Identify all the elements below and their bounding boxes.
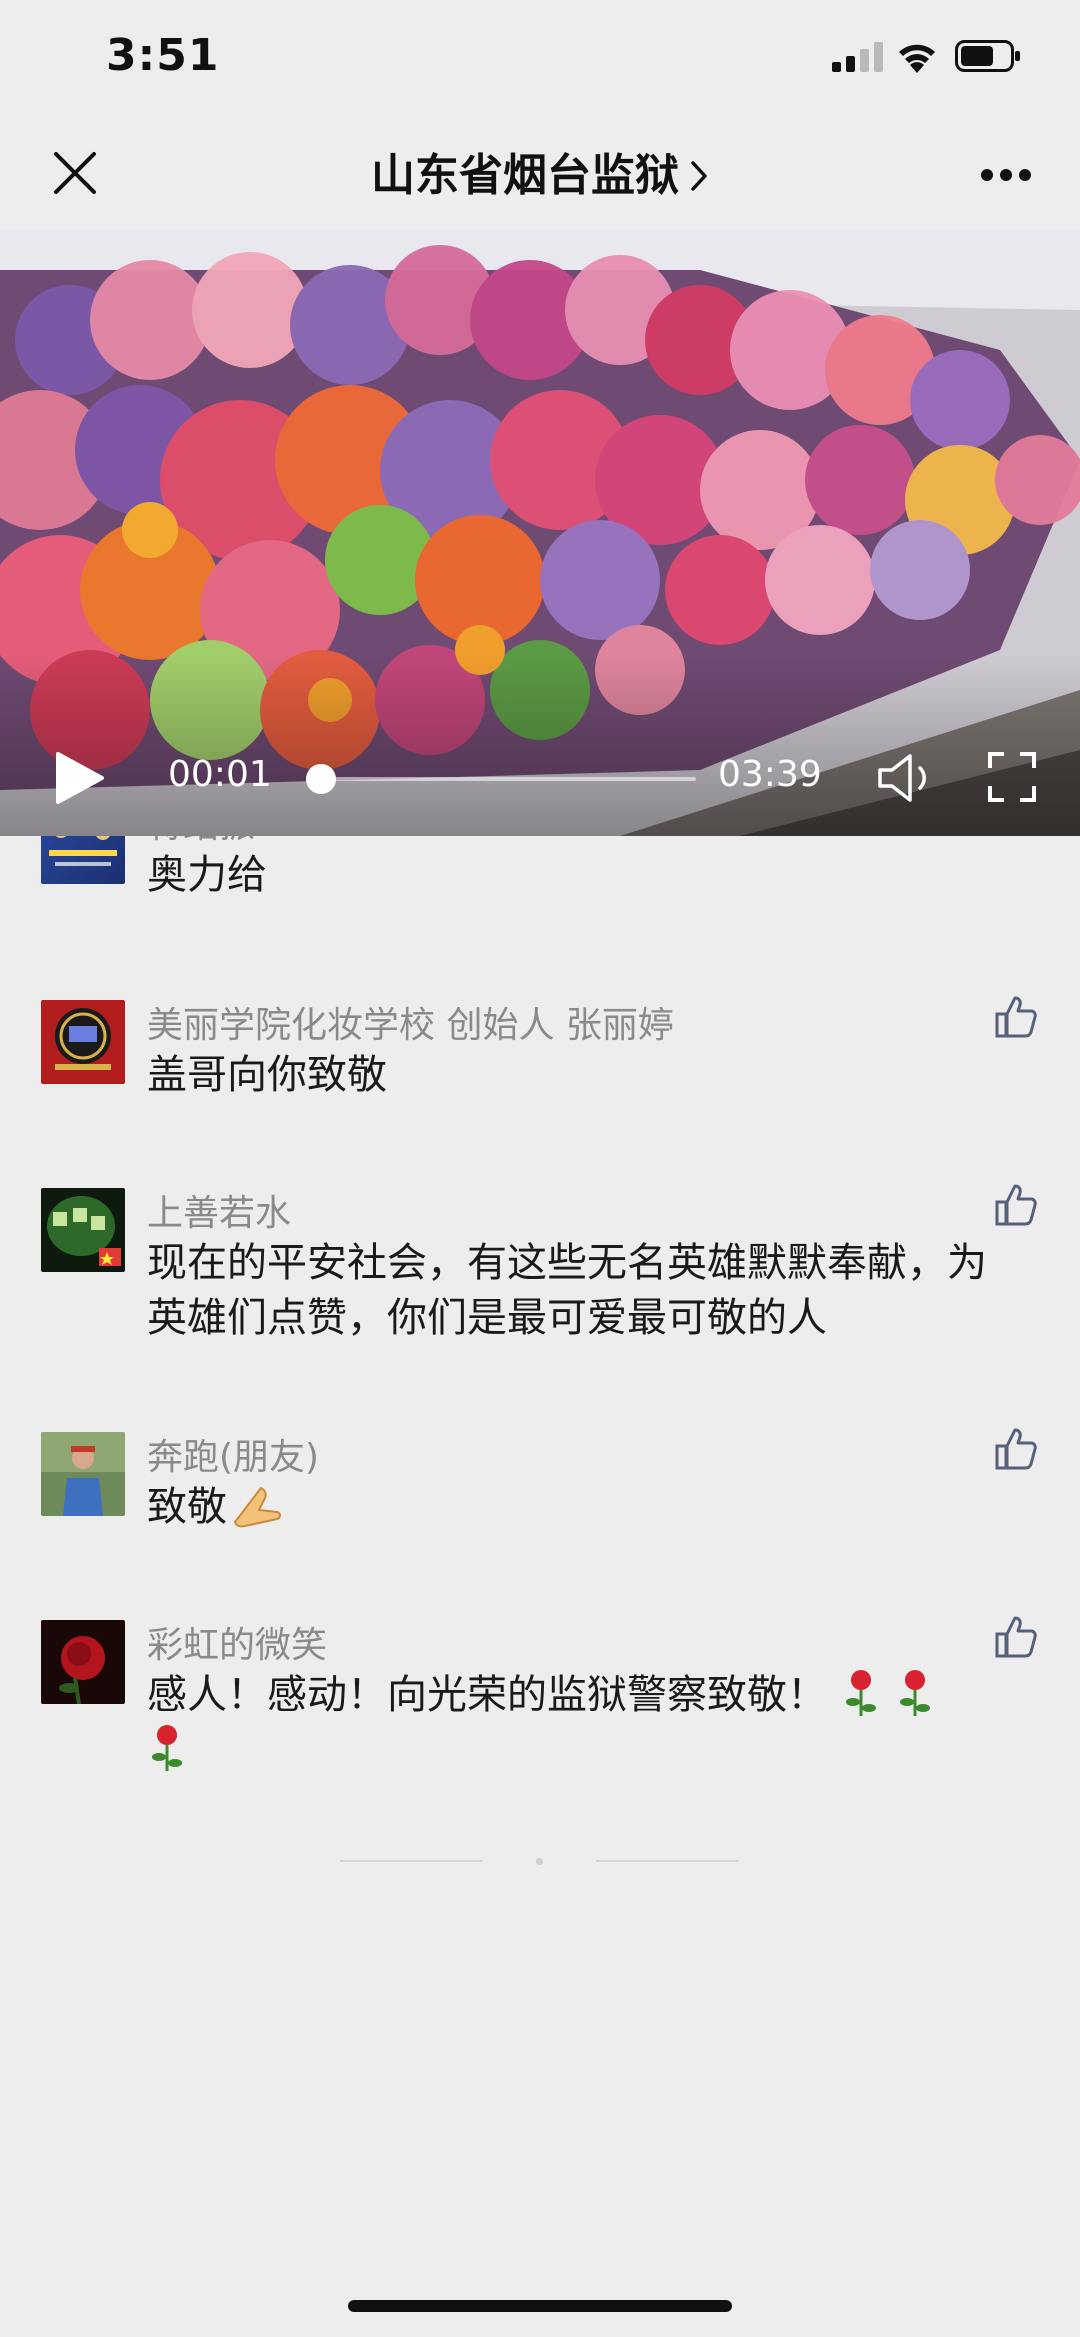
video-progress-bar[interactable] bbox=[306, 764, 696, 794]
avatar bbox=[41, 1000, 125, 1084]
rose-emoji bbox=[152, 1725, 182, 1771]
comment-author: 彩虹的微笑 bbox=[147, 1625, 328, 1666]
comment-text-body: 感人！感动！向光荣的监狱警察致敬！ bbox=[147, 1672, 827, 1718]
comment-text: 现在的平安社会，有这些无名英雄默默奉献，为英雄们点赞，你们是最可爱最可敬的人 bbox=[147, 1240, 987, 1341]
avatar bbox=[41, 1432, 125, 1516]
rose-emoji bbox=[900, 1670, 930, 1716]
fullscreen-icon[interactable] bbox=[988, 752, 1036, 802]
comment-text: 感人！感动！向光荣的监狱警察致敬！ bbox=[147, 1668, 987, 1778]
nav-bar: 山东省烟台监狱 bbox=[0, 118, 1080, 230]
video-total-time: 03:39 bbox=[718, 754, 822, 795]
end-divider-right bbox=[596, 1860, 739, 1862]
play-icon[interactable] bbox=[52, 750, 108, 806]
end-divider-dot bbox=[536, 1858, 543, 1865]
comment-author: 美丽学院化妆学校 创始人 张丽婷 bbox=[147, 1005, 674, 1046]
flowers-video-frame bbox=[0, 230, 1080, 836]
comment-text: 盖哥向你致敬 bbox=[147, 1052, 387, 1098]
comment-author: 上善若水 bbox=[147, 1193, 292, 1234]
page-title: 山东省烟台监狱 bbox=[371, 150, 679, 201]
like-thumb-icon[interactable] bbox=[995, 1614, 1037, 1658]
avatar bbox=[41, 836, 125, 884]
praying-hands-emoji bbox=[233, 1486, 281, 1528]
end-divider-left bbox=[340, 1860, 483, 1862]
home-indicator[interactable] bbox=[348, 2300, 732, 2312]
avatar bbox=[41, 1620, 125, 1704]
video-current-time: 00:01 bbox=[168, 754, 272, 795]
comments-list[interactable]: 蒋绍振 奥力给 美丽学院化妆学校 创始人 张丽婷 盖哥向你致敬 上善若水 现在的… bbox=[0, 836, 1080, 2336]
account-title-link[interactable]: 山东省烟台监狱 bbox=[0, 144, 1080, 206]
like-thumb-icon[interactable] bbox=[995, 994, 1037, 1038]
comment-author: 蒋绍振 bbox=[147, 836, 255, 848]
like-thumb-icon[interactable] bbox=[995, 1426, 1037, 1470]
volume-icon[interactable] bbox=[876, 752, 934, 804]
wifi-icon bbox=[899, 44, 935, 73]
comment-text-body: 致敬 bbox=[147, 1484, 227, 1530]
comment-author: 奔跑(朋友) bbox=[147, 1437, 320, 1478]
more-icon[interactable] bbox=[980, 168, 1032, 182]
cellular-signal-icon bbox=[832, 42, 883, 72]
like-thumb-icon[interactable] bbox=[995, 1182, 1037, 1226]
video-player[interactable]: 00:01 03:39 bbox=[0, 230, 1080, 836]
chevron-right-icon bbox=[691, 161, 707, 191]
comment-text: 致敬 bbox=[147, 1480, 987, 1535]
video-progress-thumb[interactable] bbox=[306, 764, 336, 794]
status-time: 3:51 bbox=[106, 30, 220, 81]
battery-icon bbox=[955, 40, 1020, 72]
rose-emoji bbox=[846, 1670, 876, 1716]
avatar bbox=[41, 1188, 125, 1272]
comment-text: 奥力给 bbox=[147, 852, 267, 898]
status-bar: 3:51 bbox=[0, 0, 1080, 118]
